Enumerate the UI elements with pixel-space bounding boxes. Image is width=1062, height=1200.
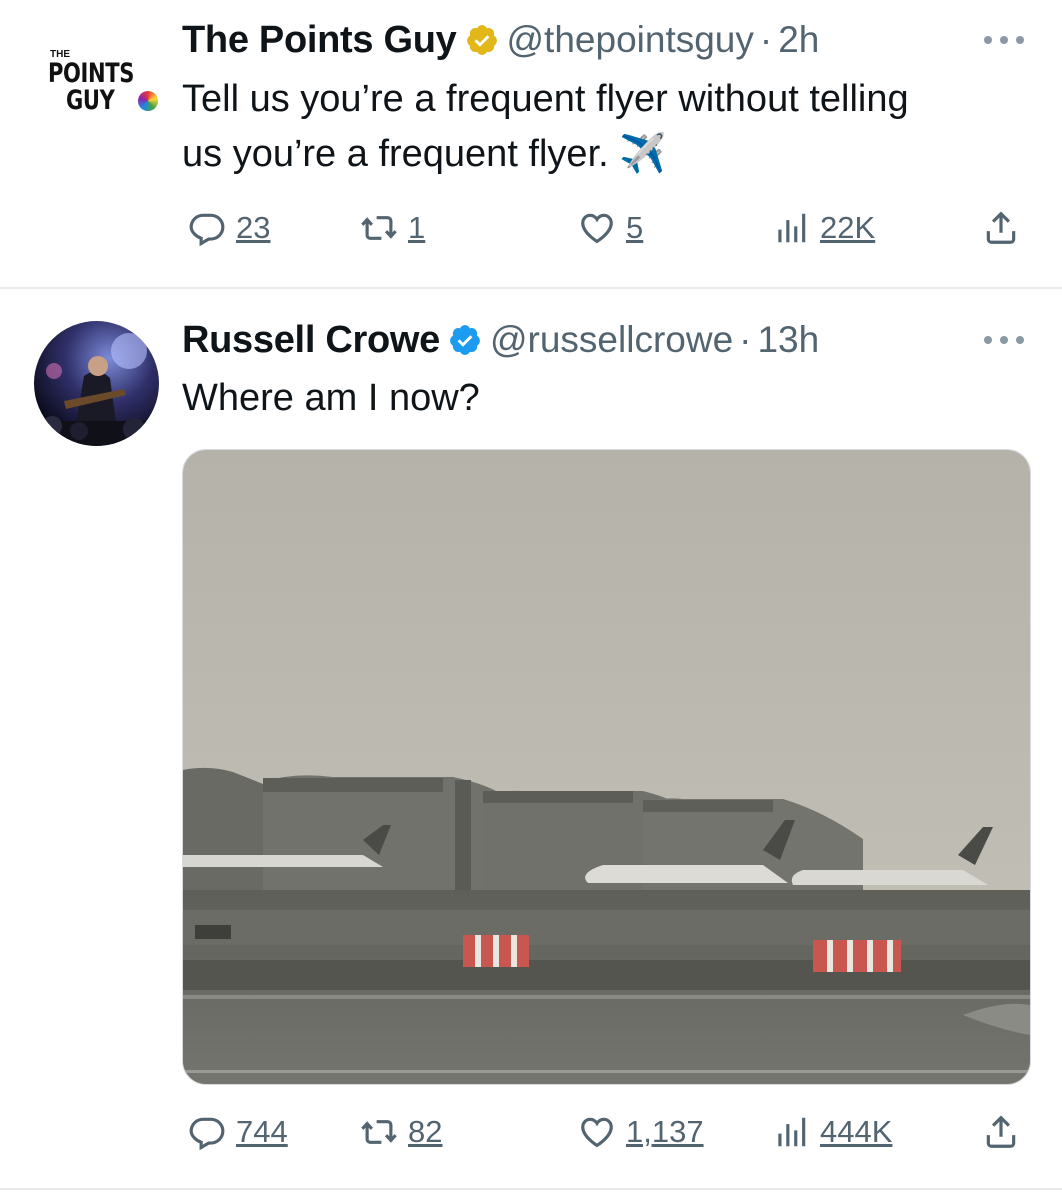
tweet-photo[interactable] xyxy=(182,449,1031,1085)
views-chart-icon xyxy=(778,1117,806,1147)
logo-text-points: POINTS xyxy=(48,58,134,89)
separator-dot: · xyxy=(759,19,773,60)
author-name[interactable]: Russell Crowe xyxy=(182,319,440,362)
reply-count[interactable]: 744 xyxy=(236,1114,288,1150)
like-button[interactable]: 1,137 xyxy=(578,1107,704,1157)
view-count[interactable]: 22K xyxy=(820,210,875,246)
airport-photo-icon xyxy=(183,450,1030,1084)
concert-avatar-icon xyxy=(34,321,159,446)
tweet-points-guy[interactable]: THE POINTS GUY The Points Guy @thepoints… xyxy=(0,0,1062,287)
author-name[interactable]: The Points Guy xyxy=(182,19,457,62)
views-chart-icon xyxy=(778,213,806,243)
reply-icon xyxy=(189,1117,225,1151)
rainbow-logo-icon xyxy=(138,91,158,111)
tweet-actions: 23 1 5 22K xyxy=(182,203,1032,253)
blue-verified-badge-icon xyxy=(450,325,480,355)
tweet-text-line: Tell us you’re a frequent flyer without … xyxy=(182,78,909,120)
more-options-icon[interactable] xyxy=(984,36,1024,48)
gold-verified-badge-icon xyxy=(466,25,497,55)
repost-count[interactable]: 1 xyxy=(408,210,425,246)
share-button[interactable] xyxy=(982,1107,1020,1157)
reply-icon xyxy=(189,213,225,247)
tweet-text: Tell us you’re a frequent flyer without … xyxy=(182,72,1042,182)
like-count[interactable]: 1,137 xyxy=(626,1114,704,1150)
russell-crowe-avatar[interactable] xyxy=(34,321,159,446)
tweet-text-line: us you’re a frequent flyer. ✈️ xyxy=(182,133,667,175)
logo-text-guy: GUY xyxy=(66,85,115,116)
tweet-header: The Points Guy @thepointsguy · 2h xyxy=(182,14,819,66)
view-count[interactable]: 444K xyxy=(820,1114,892,1150)
repost-button[interactable]: 82 xyxy=(360,1107,442,1157)
repost-icon xyxy=(361,216,397,240)
separator-dot: · xyxy=(739,319,752,360)
repost-button[interactable]: 1 xyxy=(360,203,425,253)
points-guy-avatar[interactable]: THE POINTS GUY xyxy=(34,40,159,130)
tweet-text: Where am I now? xyxy=(182,371,1042,426)
share-icon xyxy=(986,211,1016,244)
tweet-divider xyxy=(0,1188,1062,1190)
share-button[interactable] xyxy=(982,203,1020,253)
repost-icon xyxy=(361,1120,397,1144)
heart-icon xyxy=(581,213,613,244)
tweet-actions: 744 82 1,137 444K xyxy=(182,1107,1032,1157)
author-handle[interactable]: @thepointsguy xyxy=(507,19,754,61)
author-handle[interactable]: @russellcrowe xyxy=(490,319,733,361)
tweet-header: Russell Crowe @russellcrowe · 13h xyxy=(182,314,819,366)
tweet-text-line: Where am I now? xyxy=(182,377,480,419)
reply-button[interactable]: 23 xyxy=(188,203,270,253)
like-button[interactable]: 5 xyxy=(578,203,643,253)
tweet-time[interactable]: 2h xyxy=(778,19,819,61)
tweet-time[interactable]: 13h xyxy=(757,319,819,361)
like-count[interactable]: 5 xyxy=(626,210,643,246)
reply-button[interactable]: 744 xyxy=(188,1107,288,1157)
tweet-russell-crowe[interactable]: Russell Crowe @russellcrowe · 13h Where … xyxy=(0,289,1062,1188)
views-button[interactable]: 22K xyxy=(772,203,875,253)
reply-count[interactable]: 23 xyxy=(236,210,270,246)
repost-count[interactable]: 82 xyxy=(408,1114,442,1150)
views-button[interactable]: 444K xyxy=(772,1107,892,1157)
heart-icon xyxy=(581,1117,613,1148)
share-icon xyxy=(986,1115,1016,1148)
more-options-icon[interactable] xyxy=(984,336,1024,348)
